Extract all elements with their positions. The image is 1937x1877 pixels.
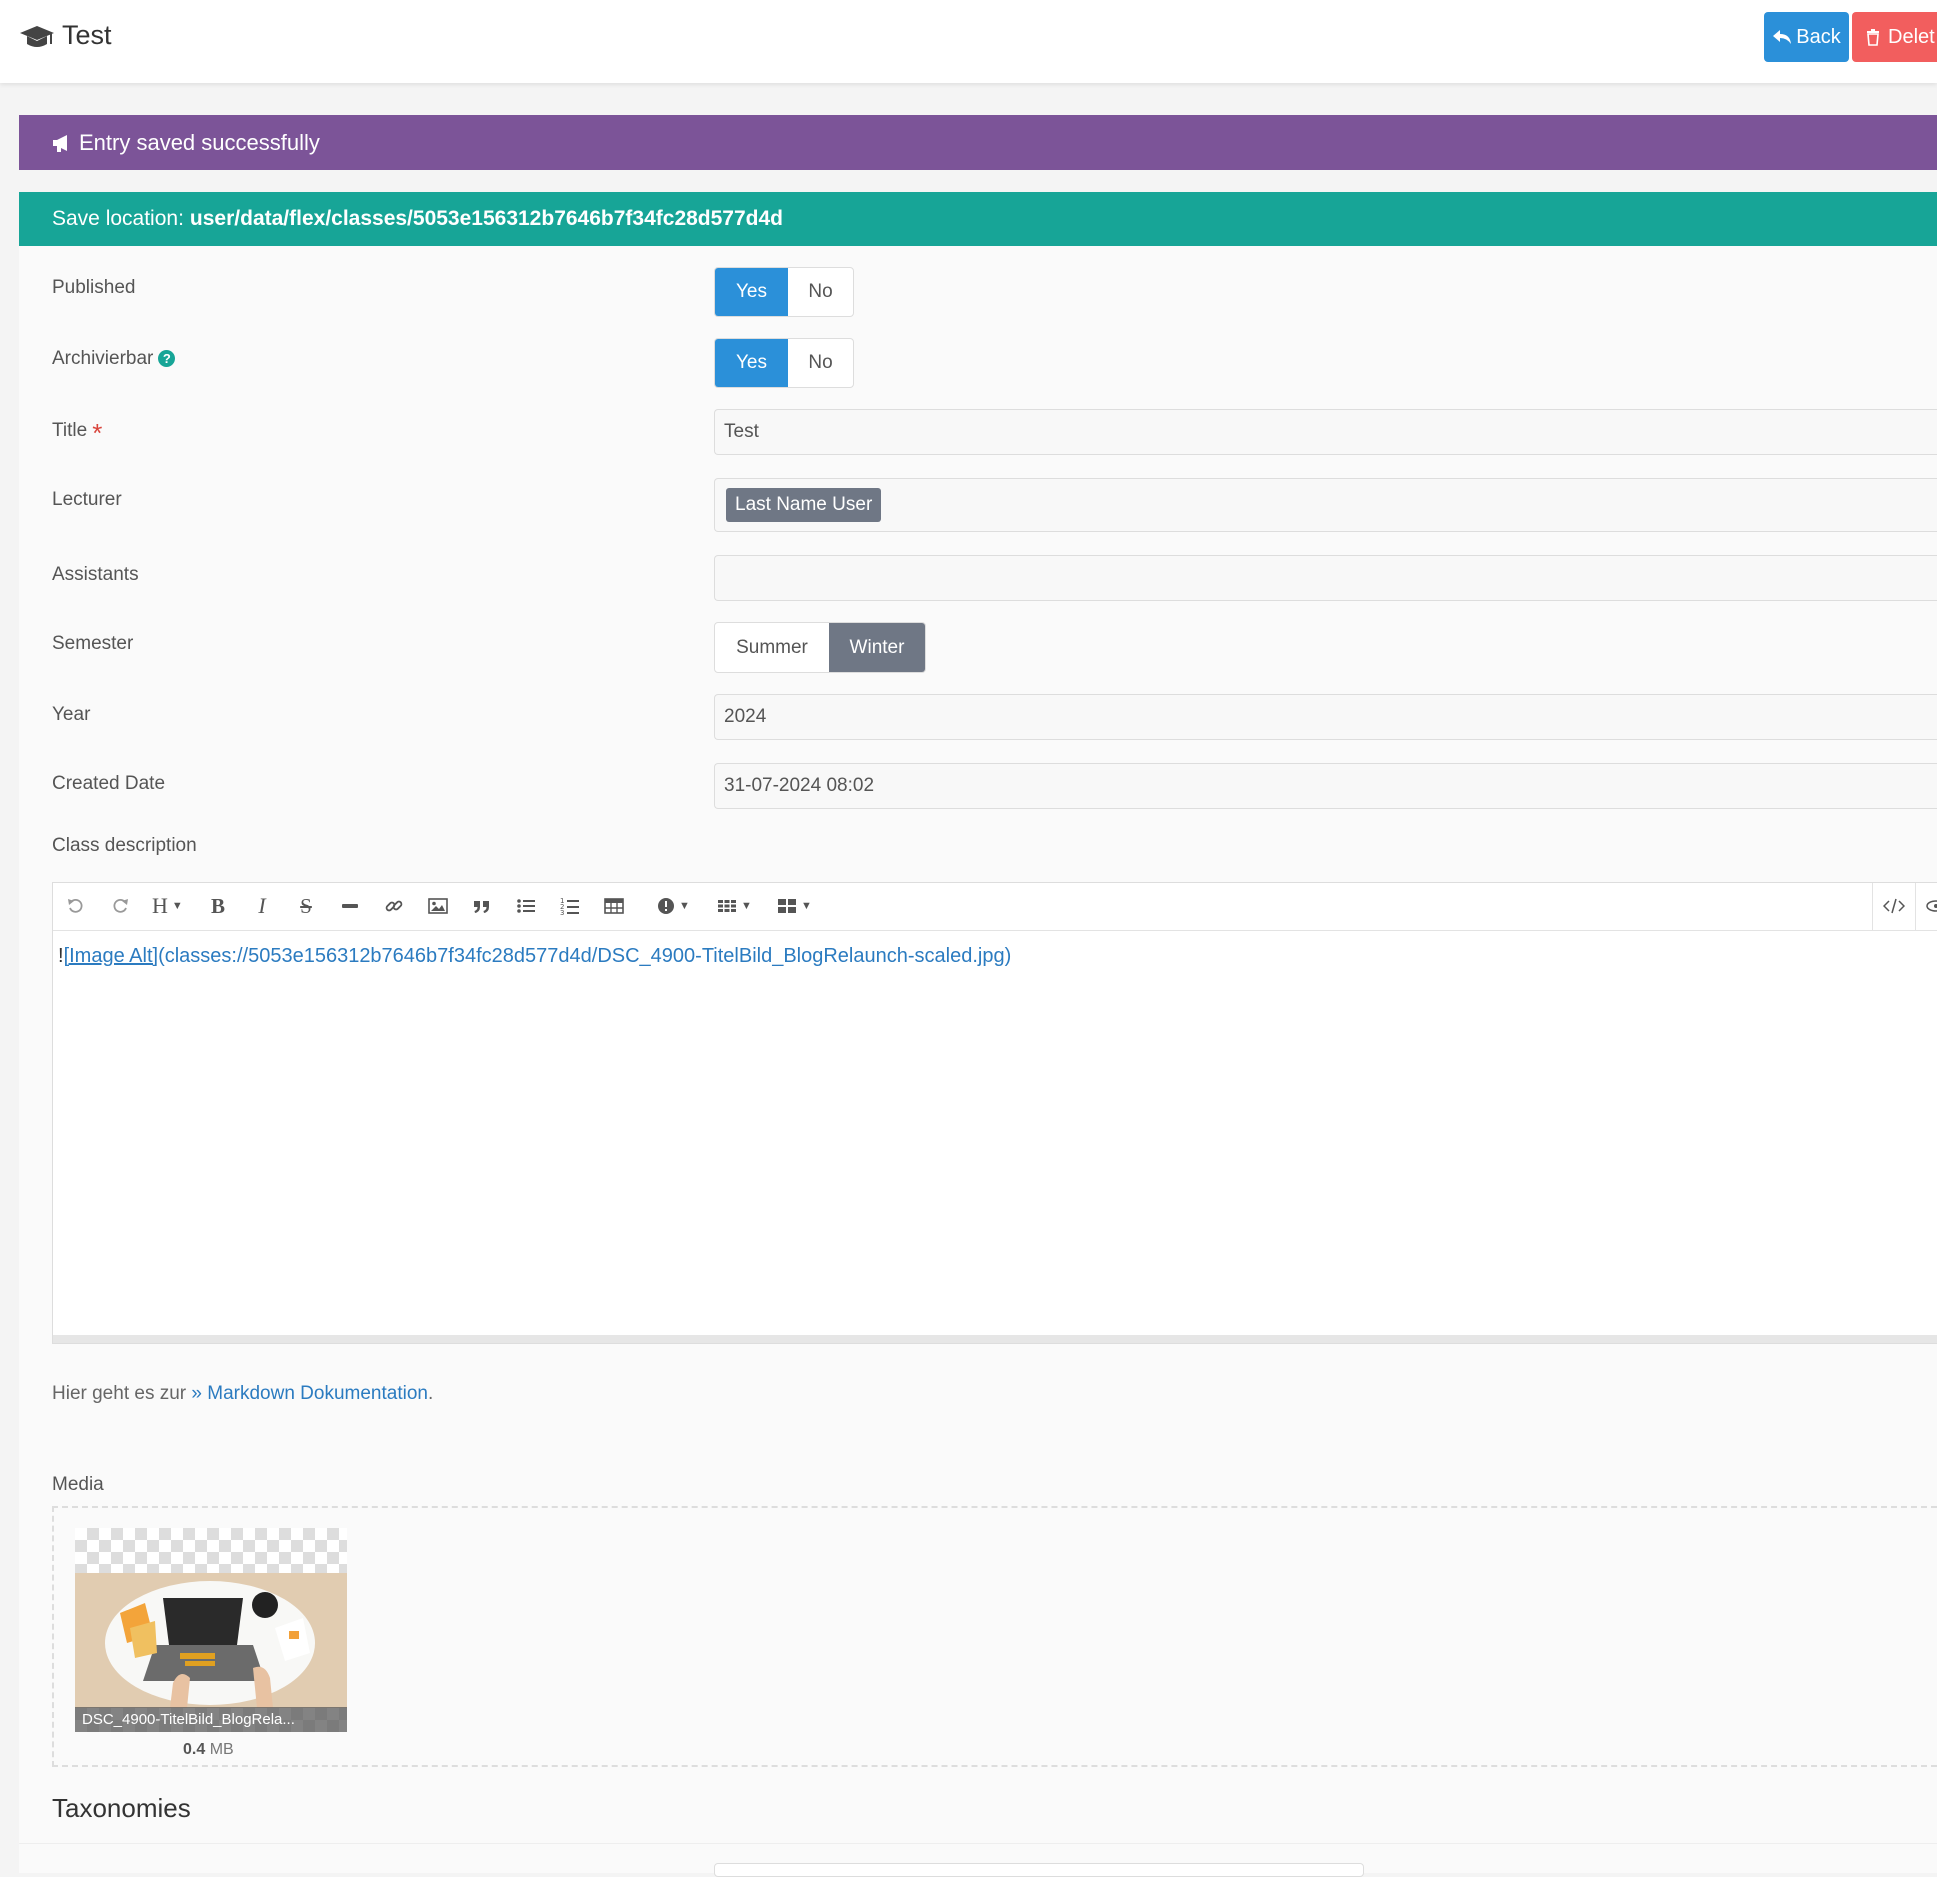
year-label: Year: [52, 704, 91, 725]
table-icon[interactable]: [601, 893, 627, 919]
grid-icon[interactable]: ▼: [777, 893, 812, 919]
created-date-input[interactable]: 31-07-2024 08:02: [714, 763, 1937, 809]
chevron-down-icon: ▼: [679, 900, 690, 912]
bold-icon[interactable]: B: [205, 893, 231, 919]
columns-icon[interactable]: ▼: [717, 893, 752, 919]
archivierbar-toggle: Yes No: [714, 338, 854, 388]
page-title: Test: [62, 20, 112, 50]
file-size-value: 0.4: [183, 1741, 206, 1758]
assistants-select[interactable]: [714, 555, 1937, 601]
archivierbar-no[interactable]: No: [788, 339, 853, 387]
media-preview-image: [75, 1573, 347, 1708]
class-description-label: Class description: [52, 835, 197, 856]
success-alert: Entry saved successfully: [19, 115, 1937, 170]
markdown-alt-text: [Image Alt]: [63, 945, 159, 967]
graduation-cap-icon: [20, 26, 54, 47]
media-file-size: 0.4 MB: [183, 1741, 234, 1759]
archivierbar-label-text: Archivierbar: [52, 348, 154, 369]
semester-summer[interactable]: Summer: [715, 623, 829, 672]
help-icon[interactable]: ?: [158, 350, 176, 367]
horizontal-rule-icon[interactable]: [337, 893, 363, 919]
media-file-name: DSC_4900-TitelBild_BlogRela...: [75, 1707, 347, 1732]
published-no[interactable]: No: [788, 268, 853, 316]
toolbar-divider: [1872, 883, 1873, 930]
bullet-list-icon[interactable]: [513, 893, 539, 919]
lecturer-label: Lecturer: [52, 489, 122, 510]
delete-button[interactable]: Delet: [1852, 12, 1937, 62]
semester-label: Semester: [52, 633, 134, 654]
file-size-unit: MB: [209, 1741, 234, 1758]
title-label-text: Title: [52, 420, 88, 441]
top-bar: Test Back Delet: [0, 0, 1937, 83]
redo-icon[interactable]: [107, 893, 133, 919]
editor-content[interactable]: ![Image Alt](classes://5053e156312b7646b…: [58, 945, 1011, 968]
chevron-down-icon: ▼: [801, 900, 812, 912]
media-label: Media: [52, 1474, 104, 1495]
markdown-hint: Hier geht es zur » Markdown Dokumentatio…: [52, 1383, 433, 1405]
media-thumbnail[interactable]: DSC_4900-TitelBild_BlogRela...: [75, 1528, 347, 1732]
semester-toggle: Summer Winter: [714, 622, 926, 673]
save-location-path: user/data/flex/classes/5053e156312b7646b…: [189, 207, 783, 230]
published-yes[interactable]: Yes: [715, 268, 788, 316]
undo-icon[interactable]: [63, 893, 89, 919]
markdown-docs-link[interactable]: » Markdown Dokumentation: [191, 1383, 428, 1404]
heading-icon[interactable]: H ▼: [152, 893, 183, 919]
hint-end: .: [427, 1383, 434, 1404]
notice-icon[interactable]: ▼: [657, 893, 690, 919]
lecturer-tag[interactable]: Last Name User: [726, 488, 882, 522]
markdown-editor[interactable]: H ▼ B I S 123 ▼ ▼ ▼ ![Image Alt](classes…: [52, 882, 1937, 1344]
italic-icon[interactable]: I: [249, 893, 275, 919]
image-icon[interactable]: [425, 893, 451, 919]
taxonomies-input[interactable]: [714, 1863, 1364, 1877]
hint-text: Hier geht es zur: [52, 1383, 187, 1404]
title-input[interactable]: Test: [714, 409, 1937, 455]
code-view-icon[interactable]: [1881, 893, 1907, 919]
assistants-label: Assistants: [52, 564, 139, 585]
title-label: Title *: [52, 418, 102, 449]
created-date-label: Created Date: [52, 773, 166, 794]
toolbar-divider: [1915, 883, 1916, 930]
success-alert-text: Entry saved successfully: [79, 129, 320, 155]
chevron-down-icon: ▼: [741, 900, 752, 912]
trash-icon: [1867, 29, 1879, 46]
reply-icon: [1773, 30, 1792, 44]
save-location-alert: Save location: user/data/flex/classes/50…: [19, 192, 1937, 246]
taxonomies-divider: [19, 1843, 1937, 1844]
strikethrough-icon[interactable]: S: [293, 893, 319, 919]
semester-winter[interactable]: Winter: [829, 623, 925, 672]
preview-icon[interactable]: [1921, 893, 1937, 919]
archivierbar-label: Archivierbar?: [52, 348, 176, 370]
archivierbar-yes[interactable]: Yes: [715, 339, 788, 387]
editor-toolbar: H ▼ B I S 123 ▼ ▼ ▼: [53, 883, 1937, 931]
quote-icon[interactable]: [469, 893, 495, 919]
back-button[interactable]: Back: [1764, 12, 1849, 62]
published-label: Published: [52, 277, 136, 298]
numbered-list-icon[interactable]: 123: [557, 893, 583, 919]
markdown-url: (classes://5053e156312b7646b7f34fc28d577…: [158, 945, 1012, 967]
editor-resize-bar[interactable]: [53, 1335, 1937, 1343]
bullhorn-icon: [53, 134, 67, 152]
taxonomies-heading: Taxonomies: [52, 1793, 191, 1823]
delete-button-label: Delet: [1888, 25, 1935, 48]
year-input[interactable]: 2024: [714, 694, 1937, 740]
chevron-down-icon: ▼: [171, 900, 183, 912]
published-toggle: Yes No: [714, 267, 854, 317]
back-button-label: Back: [1796, 25, 1841, 48]
lecturer-select[interactable]: Last Name User: [714, 478, 1937, 532]
svg-text:3: 3: [560, 909, 564, 916]
required-mark: *: [92, 418, 103, 448]
link-icon[interactable]: [381, 893, 407, 919]
save-location-label: Save location:: [52, 207, 184, 230]
